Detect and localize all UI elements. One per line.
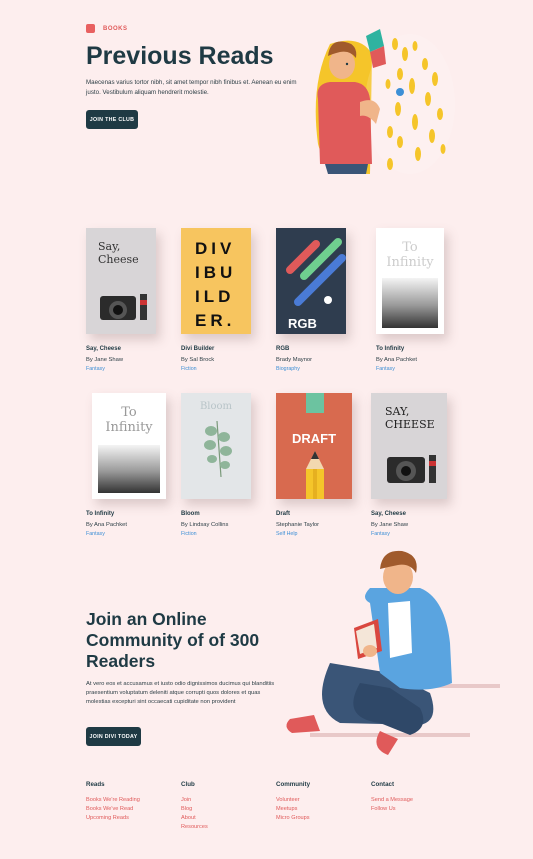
book-card[interactable]: DRAFT Draft Stephanie Taylor Self Help [276,393,352,537]
book-author: Stephanie Taylor [276,522,320,528]
book-genre-link[interactable]: Fantasy [86,366,162,372]
mountain-image [382,278,438,328]
reader-peeking-illustration [315,29,455,175]
community-title: Join an Online Community of of 300 Reade… [86,609,260,671]
book-cover[interactable]: To Infinity [376,228,444,334]
footer-link[interactable]: Books We're Reading [86,796,176,805]
footer-link[interactable]: Resources [181,823,271,832]
camera-image [387,455,436,483]
book-card[interactable]: RGB RGB Brady Maynor Biography [276,228,352,372]
footer-link[interactable]: Send a Message [371,796,461,805]
footer-link[interactable]: Blog [181,805,271,814]
footer-link[interactable]: About [181,814,271,823]
book-card[interactable]: To Infinity To Infinity By Ana Pachket F… [86,393,166,537]
book-cover[interactable]: DIV IBU ILD ER. [181,228,251,334]
book-title[interactable]: Bloom [181,511,257,517]
book-author: Brady Maynor [276,357,313,363]
footer-heading: Reads [86,781,105,788]
book-title[interactable]: Draft [276,511,352,517]
book-title[interactable]: Divi Builder [181,346,257,352]
book-author: By Sal Brock [181,357,215,363]
book-cover[interactable]: SAY, CHEESE [371,393,447,499]
footer-column-community: Community Volunteer Meetups Micro Groups [276,781,366,823]
footer-heading: Contact [371,781,395,788]
section-tag: BOOKS [86,24,128,33]
intro-text: Maecenas varius tortor nibh, sit amet te… [86,79,297,96]
book-card[interactable]: SAY, CHEESE Say, Cheese By Jane Shaw Fan… [371,393,447,537]
book-genre-link[interactable]: Fantasy [86,531,162,537]
book-title[interactable]: To Infinity [376,346,452,352]
book-genre-link[interactable]: Fiction [181,531,257,537]
book-card[interactable]: Say, Cheese Say, Cheese By Jane Shaw Fan… [86,228,162,372]
book-author: By Jane Shaw [86,357,124,363]
book-card[interactable]: DIV IBU ILD ER. Divi Builder By Sal Broc… [181,228,257,372]
reading-person-illustration [286,550,500,755]
footer-heading: Club [181,781,195,788]
camera-image [100,294,147,320]
book-cover[interactable]: To Infinity [92,393,166,499]
book-genre-link[interactable]: Self Help [276,531,352,537]
page-title: Previous Reads [86,42,274,70]
book-card[interactable]: To Infinity To Infinity By Ana Pachket F… [376,228,452,372]
footer-column-contact: Contact Send a Message Follow Us [371,781,461,814]
pencil-icon [306,451,324,499]
footer-link[interactable]: Micro Groups [276,814,366,823]
book-card[interactable]: Bloom Bloom By Lindsay Collins Fiction [181,393,257,537]
book-genre-link[interactable]: Fiction [181,366,257,372]
book-cover[interactable]: RGB [276,228,346,334]
footer-heading: Community [276,781,311,788]
eraser-graphic [306,393,324,413]
book-cover[interactable]: Bloom [181,393,251,499]
book-title[interactable]: Say, Cheese [86,346,162,352]
join-divi-button[interactable]: JOIN DIVI TODAY [86,727,141,746]
footer-link[interactable]: Volunteer [276,796,366,805]
footer-link[interactable]: Follow Us [371,805,461,814]
book-genre-link[interactable]: Fantasy [371,531,447,537]
eucalyptus-image [204,420,232,478]
book-title[interactable]: To Infinity [86,511,162,517]
footer-link[interactable]: Upcoming Reads [86,814,176,823]
section-tag-label: BOOKS [103,25,128,32]
book-author: By Lindsay Collins [181,522,229,528]
book-cover[interactable]: Say, Cheese [86,228,156,334]
book-author: By Jane Shaw [371,522,409,528]
community-text: At vero eos et accusamus et iusto odio d… [86,681,275,706]
book-cover[interactable]: DRAFT [276,393,352,499]
footer-column-club: Club Join Blog About Resources [181,781,271,832]
book-icon [86,24,95,33]
book-author: By Ana Pachket [86,522,127,528]
book-genre-link[interactable]: Biography [276,366,352,372]
book-title[interactable]: RGB [276,346,352,352]
footer-link[interactable]: Books We've Read [86,805,176,814]
footer-column-reads: Reads Books We're Reading Books We've Re… [86,781,176,823]
book-title[interactable]: Say, Cheese [371,511,447,517]
footer-link[interactable]: Meetups [276,805,366,814]
join-club-button[interactable]: JOIN THE CLUB [86,110,138,129]
book-genre-link[interactable]: Fantasy [376,366,452,372]
book-author: By Ana Pachket [376,357,417,363]
mountain-image [98,445,160,493]
footer-link[interactable]: Join [181,796,271,805]
